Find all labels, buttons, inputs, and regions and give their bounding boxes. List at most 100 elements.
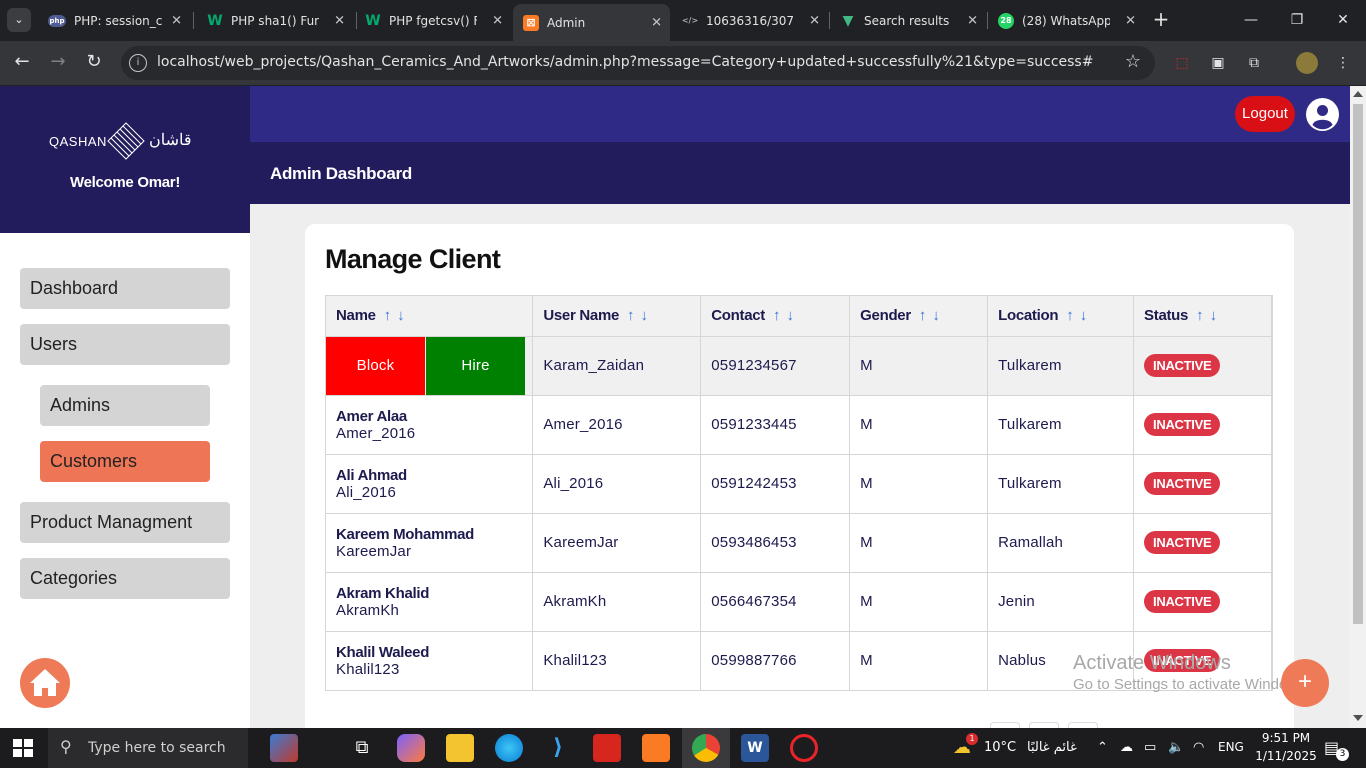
home-button[interactable] [20, 658, 70, 708]
new-tab-button[interactable]: + [1150, 8, 1172, 32]
table-row[interactable]: Block Hire Karam_Zaidan 0591234567 M Tulk… [326, 335, 1272, 395]
logout-button[interactable]: Logout [1235, 96, 1295, 132]
bookmark-star-icon[interactable]: ☆ [1125, 51, 1141, 72]
column-header-contact[interactable]: Contact ↑↓ [700, 296, 851, 336]
sidebar-item-users[interactable]: Users [20, 324, 230, 365]
clock-date[interactable]: 1/11/2025 [1254, 749, 1318, 763]
hire-button[interactable]: Hire [426, 336, 525, 395]
profile-avatar[interactable] [1296, 52, 1318, 74]
status-badge: INACTIVE [1144, 472, 1221, 495]
opera-icon[interactable] [790, 734, 818, 762]
vscode-icon[interactable]: ⟩ [544, 734, 572, 762]
close-icon[interactable]: ✕ [809, 13, 820, 28]
tab-github[interactable]: </> 10636316/3070: ✕ [672, 6, 828, 35]
language-indicator[interactable]: ENG [1218, 740, 1244, 754]
copilot-icon[interactable] [397, 734, 425, 762]
forward-button[interactable]: → [46, 51, 70, 75]
search-placeholder: Type here to search [88, 740, 226, 756]
php-icon: php [48, 14, 66, 27]
block-button[interactable]: Block [326, 336, 425, 395]
xampp-icon[interactable] [642, 734, 670, 762]
column-header-location[interactable]: Location ↑↓ [987, 296, 1135, 336]
reload-button[interactable]: ↻ [82, 51, 106, 75]
wifi-icon[interactable]: ◠ [1193, 740, 1204, 755]
scroll-down-icon[interactable] [1353, 715, 1363, 721]
acrobat-icon[interactable] [593, 734, 621, 762]
close-window-button[interactable]: ✕ [1320, 0, 1366, 41]
sort-arrows-icon[interactable]: ↑↓ [919, 307, 946, 324]
table-row[interactable]: Ali Ahmad Ali_2016 Ali_2016 0591242453 M … [326, 453, 1272, 513]
close-icon[interactable]: ✕ [171, 13, 182, 28]
table-row[interactable]: Akram Khalid AkramKh AkramKh 0566467354 M… [326, 571, 1272, 631]
windows-start-icon[interactable] [13, 739, 33, 757]
page-title: Admin Dashboard [270, 164, 412, 183]
tab-admin[interactable]: ⊠ Admin ✕ [513, 4, 670, 41]
sidebar-item-admins[interactable]: Admins [40, 385, 210, 426]
tab-php-sha1[interactable]: W PHP sha1() Funct ✕ [197, 6, 353, 35]
address-bar[interactable]: i localhost/web_projects/Qashan_Ceramics… [121, 46, 1155, 80]
status-badge: INACTIVE [1144, 354, 1221, 377]
tab-search-button[interactable]: ⌄ [7, 8, 31, 32]
taskbar-search-box[interactable]: ⚲ Type here to search [48, 728, 248, 768]
tab-search-results[interactable]: ▼ Search results fo ✕ [830, 6, 986, 35]
table-row[interactable]: Amer Alaa Amer_2016 Amer_2016 0591233445 … [326, 394, 1272, 454]
sidebar-item-customers[interactable]: Customers [40, 441, 210, 482]
column-header-status[interactable]: Status ↑↓ [1133, 296, 1272, 336]
close-icon[interactable]: ✕ [651, 15, 662, 30]
close-icon[interactable]: ✕ [967, 13, 978, 28]
page-scrollbar[interactable] [1350, 86, 1366, 728]
weather-description[interactable]: غائم غالبًا [1027, 740, 1077, 755]
battery-icon[interactable]: ▭ [1144, 740, 1156, 755]
cell-contact: 0591234567 [700, 335, 851, 395]
sidebar-item-product-management[interactable]: Product Managment [20, 502, 230, 543]
status-badge: INACTIVE [1144, 413, 1221, 436]
tray-chevron-icon[interactable]: ⌃ [1097, 740, 1108, 755]
extensions-icon[interactable]: ⧉ [1243, 52, 1265, 74]
restore-button[interactable]: ❐ [1274, 0, 1320, 41]
sidebar-item-dashboard[interactable]: Dashboard [20, 268, 230, 309]
sort-arrows-icon[interactable]: ↑↓ [627, 307, 654, 324]
clients-table-container: Name ↑↓ User Name ↑↓ Contact ↑↓ Gender ↑↓ Lo… [325, 295, 1273, 691]
table-row[interactable]: Kareem Mohammad KareemJar KareemJar 05934… [326, 512, 1272, 572]
clock-time[interactable]: 9:51 PM [1259, 731, 1313, 745]
sidebar-item-categories[interactable]: Categories [20, 558, 230, 599]
word-icon[interactable]: W [741, 734, 769, 762]
tab-php-session[interactable]: php PHP: session_cac ✕ [38, 6, 190, 35]
sort-arrows-icon[interactable]: ↑↓ [773, 307, 800, 324]
sort-arrows-icon[interactable]: ↑↓ [384, 307, 411, 324]
browser-menu-icon[interactable]: ⋮ [1332, 52, 1354, 74]
onedrive-icon[interactable]: ☁ [1120, 740, 1133, 755]
scroll-up-icon[interactable] [1353, 91, 1363, 97]
volume-icon[interactable]: 🔈 [1168, 740, 1184, 755]
weather-temp[interactable]: 10°C [984, 740, 1016, 755]
qashan-logo-icon [107, 122, 145, 160]
back-button[interactable]: ← [10, 51, 34, 75]
browser-toolbar: ← → ↻ i localhost/web_projects/Qashan_Ce… [0, 41, 1366, 85]
w3schools-icon: W [207, 12, 223, 29]
file-explorer-icon[interactable] [446, 734, 474, 762]
task-view-icon[interactable]: ⧉ [348, 734, 376, 762]
column-header-gender[interactable]: Gender ↑↓ [849, 296, 989, 336]
user-account-icon[interactable] [1306, 98, 1339, 131]
scrollbar-thumb[interactable] [1353, 104, 1363, 624]
edge-icon[interactable] [495, 734, 523, 762]
sort-arrows-icon[interactable]: ↑↓ [1196, 307, 1223, 324]
column-header-user-name[interactable]: User Name ↑↓ [532, 296, 702, 336]
column-header-name[interactable]: Name ↑↓ [326, 296, 534, 336]
cell-location: Jenin [987, 571, 1135, 631]
tab-whatsapp[interactable]: 28 (28) WhatsApp ✕ [988, 6, 1144, 35]
minimize-button[interactable]: — [1228, 0, 1274, 41]
tab-php-fgetcsv[interactable]: W PHP fgetcsv() Fu ✕ [355, 6, 511, 35]
notification-count-badge: 3 [1336, 748, 1349, 761]
sort-arrows-icon[interactable]: ↑↓ [1066, 307, 1093, 324]
cast-icon[interactable]: ▣ [1207, 52, 1229, 74]
pdf-extension-icon[interactable]: ⬚ [1171, 52, 1193, 74]
close-icon[interactable]: ✕ [334, 13, 345, 28]
search-highlight-icon[interactable] [270, 734, 298, 762]
close-icon[interactable]: ✕ [1125, 13, 1136, 28]
site-info-icon[interactable]: i [129, 54, 147, 72]
cell-gender: M [849, 512, 989, 572]
chrome-icon[interactable] [692, 734, 720, 762]
add-button[interactable]: + [1281, 659, 1329, 707]
close-icon[interactable]: ✕ [492, 13, 503, 28]
